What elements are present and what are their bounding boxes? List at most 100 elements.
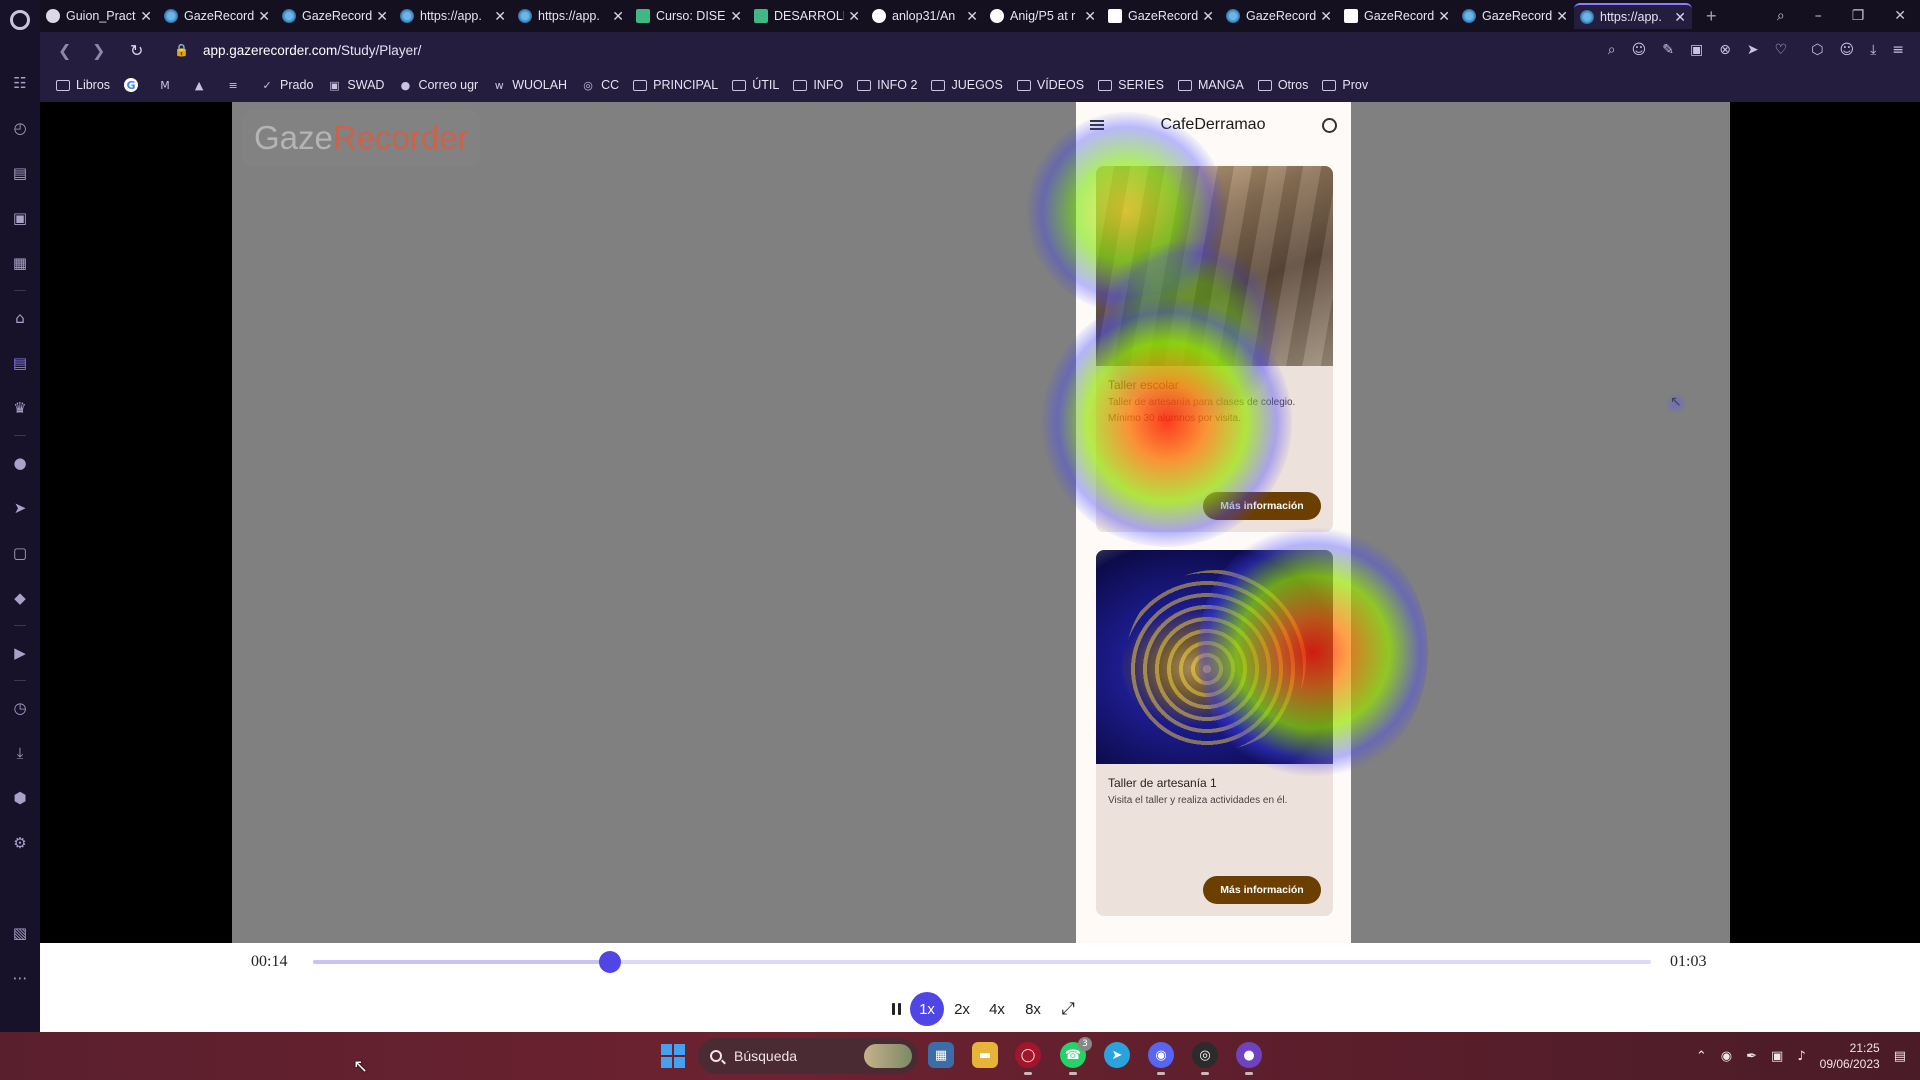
close-window-icon[interactable]: ✕ <box>1894 8 1906 24</box>
tab-7[interactable]: DESARROLL ✕ <box>748 3 866 29</box>
clock[interactable]: 21:25 09/06/2023 <box>1820 1040 1880 1072</box>
minimize-icon[interactable]: – <box>1815 8 1822 24</box>
restore-icon[interactable]: ❐ <box>1852 8 1865 24</box>
bookmark-otros[interactable]: Otros <box>1257 78 1308 92</box>
edit-icon[interactable]: ✎ <box>1662 42 1674 58</box>
cube-icon[interactable]: ⬡ <box>1811 42 1823 58</box>
bookmark-cc[interactable]: ◎ CC <box>581 78 619 92</box>
back-icon[interactable]: ❮ <box>58 41 74 60</box>
bookmark-drive[interactable]: ▲ <box>192 78 212 92</box>
video-player-icon[interactable]: ▦ <box>11 254 29 272</box>
speedometer-icon[interactable]: ◴ <box>11 119 29 137</box>
tab-8[interactable]: anlop31/An ✕ <box>866 3 984 29</box>
opera-taskbar-icon[interactable]: ◯ <box>1015 1042 1041 1075</box>
camera-icon[interactable]: ▣ <box>1690 42 1703 58</box>
zoom-icon[interactable]: ⌕ <box>1608 42 1616 58</box>
bookmark-libros[interactable]: Libros <box>56 78 110 92</box>
tab-1[interactable]: Guion_Pract ✕ <box>40 3 158 29</box>
close-tab-icon[interactable]: ✕ <box>1202 8 1214 25</box>
windows-start-icon[interactable] <box>661 1044 685 1068</box>
tab-5[interactable]: https://app. ✕ <box>512 3 630 29</box>
speed-4x-button[interactable]: 4x <box>985 994 1009 1024</box>
search-tabs-icon[interactable]: ⌕ <box>1777 8 1785 24</box>
url-field[interactable]: app.gazerecorder.com/Study/Player/ <box>203 43 421 58</box>
tray-discord-icon[interactable]: ◉ <box>1721 1049 1732 1064</box>
close-tab-icon[interactable]: ✕ <box>140 8 152 25</box>
whatsapp-taskbar-icon[interactable]: ☎ 3 <box>1060 1037 1092 1075</box>
speed-1x-button[interactable]: 1x <box>910 992 944 1026</box>
volume-icon[interactable]: ♪ <box>1797 1049 1805 1064</box>
bookmark-swad[interactable]: ▣ SWAD <box>327 78 384 92</box>
close-tab-icon[interactable]: ✕ <box>258 8 270 25</box>
pause-button[interactable] <box>886 994 906 1024</box>
tab-10[interactable]: GazeRecord ✕ <box>1102 3 1220 29</box>
discord-taskbar-icon[interactable]: ◉ <box>1148 1042 1174 1075</box>
opera-logo-icon[interactable] <box>10 10 30 30</box>
close-tab-icon[interactable]: ✕ <box>1320 8 1332 25</box>
close-tab-icon[interactable]: ✕ <box>612 8 624 25</box>
lock-icon[interactable]: 🔒 <box>174 43 189 57</box>
hamburger-menu-icon[interactable] <box>1090 120 1104 130</box>
tab-2[interactable]: GazeRecord ✕ <box>158 3 276 29</box>
twitch-icon[interactable]: ▣ <box>11 209 29 227</box>
bookmark-docs[interactable]: ≡ <box>226 78 246 92</box>
history-icon[interactable]: ◷ <box>11 699 29 717</box>
menu-icon[interactable]: ≡ <box>1892 42 1904 58</box>
gamepad-icon[interactable]: ☷ <box>11 74 29 92</box>
send-icon[interactable]: ➤ <box>1747 42 1759 58</box>
close-tab-icon[interactable]: ✕ <box>1556 8 1568 25</box>
bookmark-juegos[interactable]: JUEGOS <box>931 78 1003 92</box>
file-explorer-icon[interactable]: ▬ <box>972 1042 998 1068</box>
bookmark-correo-ugr[interactable]: ● Correo ugr <box>398 78 479 92</box>
close-tab-icon[interactable]: ✕ <box>1674 9 1686 26</box>
tab-12[interactable]: GazeRecord ✕ <box>1338 3 1456 29</box>
player-icon[interactable]: ▶ <box>11 644 29 662</box>
profile-icon[interactable]: ☺ <box>1839 42 1854 58</box>
bookmark-principal[interactable]: PRINCIPAL <box>633 78 718 92</box>
adblock-icon[interactable]: ⊗ <box>1719 42 1731 58</box>
home-icon[interactable]: ⌂ <box>11 309 29 327</box>
tray-feather-icon[interactable]: ✒ <box>1746 1049 1757 1064</box>
crown-icon[interactable]: ♛ <box>11 399 29 417</box>
extensions-icon[interactable]: ⬢ <box>11 789 29 807</box>
telegram-taskbar-icon[interactable]: ➤ <box>1104 1042 1130 1068</box>
task-view-icon[interactable]: ▦ <box>928 1042 954 1068</box>
emoji-icon[interactable]: ☺ <box>1632 42 1647 58</box>
github-desktop-taskbar-icon[interactable]: ● <box>1236 1042 1262 1075</box>
tab-9[interactable]: Anig/P5 at r ✕ <box>984 3 1102 29</box>
tab-14[interactable]: https://app. ✕ <box>1574 3 1692 29</box>
notes-icon[interactable]: ▤ <box>11 354 29 372</box>
bookmark-prado[interactable]: ✓ Prado <box>260 78 313 92</box>
bookmark-google[interactable]: G <box>124 78 144 92</box>
new-tab-button[interactable]: + <box>1706 6 1717 27</box>
bookmark-prov[interactable]: Prov <box>1322 78 1368 92</box>
notifications-icon[interactable]: ▤ <box>1894 1049 1906 1064</box>
tab-6[interactable]: Curso: DISE ✕ <box>630 3 748 29</box>
speed-8x-button[interactable]: 8x <box>1021 994 1045 1024</box>
close-tab-icon[interactable]: ✕ <box>848 8 860 25</box>
more-info-button[interactable]: Más información <box>1203 876 1321 904</box>
close-tab-icon[interactable]: ✕ <box>1438 8 1450 25</box>
whatsapp-icon[interactable]: ● <box>11 454 29 472</box>
more-icon[interactable]: ⋯ <box>11 969 29 987</box>
taskbar-search[interactable]: Búsqueda <box>698 1038 918 1074</box>
bookmark-info[interactable]: INFO <box>793 78 843 92</box>
bookmark-series[interactable]: SERIES <box>1098 78 1164 92</box>
obs-taskbar-icon[interactable]: ◎ <box>1192 1042 1218 1075</box>
tray-chevron-up-icon[interactable]: ⌃ <box>1696 1049 1707 1064</box>
forward-icon[interactable]: ❯ <box>92 41 108 60</box>
more-info-button[interactable]: Más información <box>1203 492 1321 520</box>
close-tab-icon[interactable]: ✕ <box>966 8 978 25</box>
tab-13[interactable]: GazeRecord ✕ <box>1456 3 1574 29</box>
speed-2x-button[interactable]: 2x <box>950 994 974 1024</box>
briefcase-icon[interactable]: ▤ <box>11 164 29 182</box>
bookmark-info-2[interactable]: INFO 2 <box>857 78 917 92</box>
seek-bar[interactable] <box>313 951 1651 973</box>
download-icon[interactable]: ⤓ <box>11 744 29 762</box>
bookmark-vídeos[interactable]: VÍDEOS <box>1016 78 1084 92</box>
gallery-icon[interactable]: ▧ <box>11 924 29 942</box>
reload-icon[interactable]: ↻ <box>130 41 146 60</box>
account-icon[interactable] <box>1322 117 1337 133</box>
network-icon[interactable]: ▣ <box>1771 1049 1783 1064</box>
tab-11[interactable]: GazeRecord ✕ <box>1220 3 1338 29</box>
